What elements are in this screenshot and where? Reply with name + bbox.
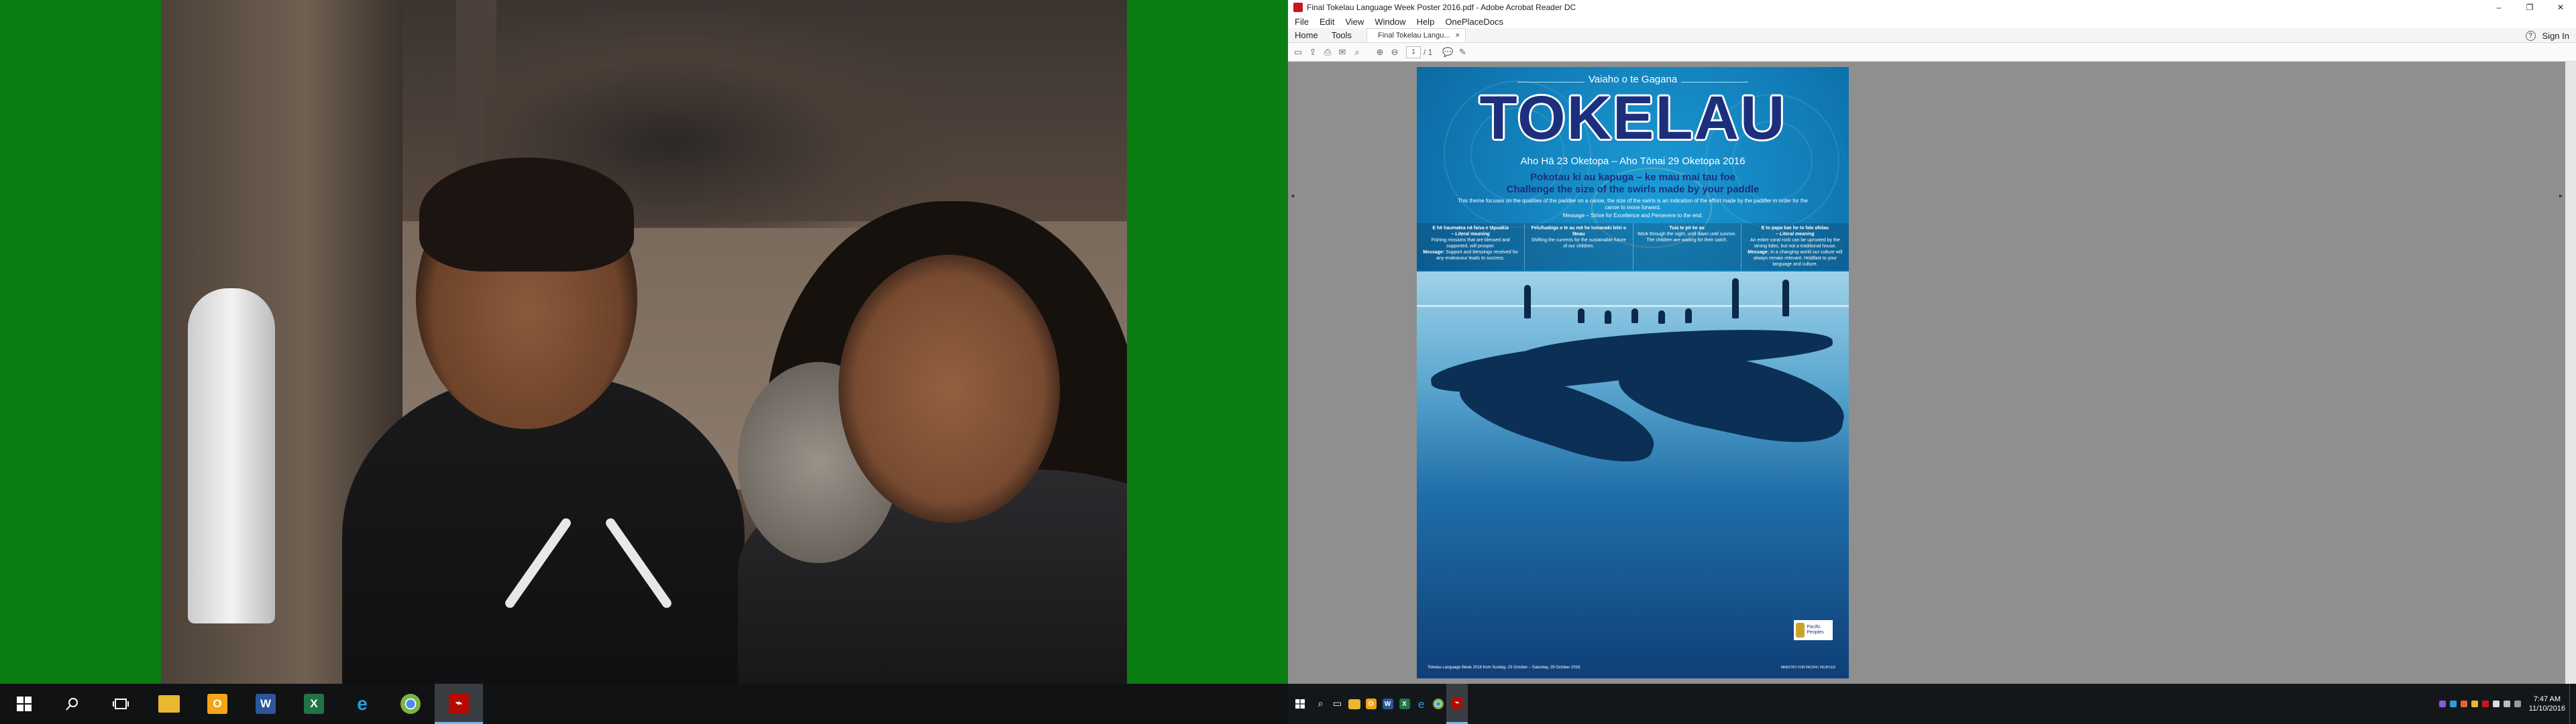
pdf-page-poster: Vaiaho o te Gagana TOKELAU Aho Hā 23 Oke… (1417, 67, 1849, 678)
poster-proverbs: E hē haumatea nā faiva e tāpuakia – Lite… (1417, 223, 1849, 270)
acrobat-icon[interactable]: ⌁ (435, 684, 483, 724)
upload-icon[interactable]: ⇪ (1305, 45, 1320, 60)
page-down-icon[interactable]: ⊖ (1387, 45, 1402, 60)
menu-file[interactable]: File (1288, 17, 1314, 27)
poster-canoe-photo: Pacific Peoples Tokelau Language Week 20… (1417, 272, 1849, 678)
close-button[interactable]: ✕ (2545, 0, 2576, 15)
left-pane-toggle-icon[interactable]: ◂ (1291, 192, 1294, 200)
show-desktop-button[interactable] (2569, 684, 2573, 724)
search-icon[interactable] (48, 684, 97, 724)
print-icon[interactable]: ⎙ (1320, 45, 1335, 60)
excel-icon[interactable]: X (290, 684, 338, 724)
email-icon[interactable]: ✉ (1335, 45, 1350, 60)
page-up-icon[interactable]: ⊕ (1373, 45, 1387, 60)
poster-message: Message – Strive for Excellence and Pers… (1562, 213, 1703, 219)
task-view-icon[interactable]: ▭ (1329, 684, 1346, 724)
proverb-column: Felulluakiga o te au mō he lumanaki lele… (1524, 223, 1632, 270)
battery-icon[interactable] (2514, 701, 2521, 707)
poster-theme-tokelauan: Pokotau ki au kapuga – ke mau mai tau fo… (1530, 172, 1735, 183)
network-icon[interactable] (2492, 701, 2500, 707)
chrome-icon[interactable] (386, 684, 435, 724)
taskbar-right: ⌕ ▭ O W X e ⌁ 7:47 AM 11/10/2016 (1288, 684, 2576, 724)
right-pane-toggle-icon[interactable]: ▸ (2559, 192, 2563, 200)
tab-tools[interactable]: Tools (1325, 28, 1358, 42)
system-tray: 7:47 AM 11/10/2016 (2438, 684, 2573, 724)
excel-icon[interactable]: X (1396, 684, 1413, 724)
menu-bar: File Edit View Window Help OnePlaceDocs (1288, 15, 2576, 28)
tray-app-icon[interactable] (2449, 701, 2457, 707)
tray-app-icon[interactable] (2438, 701, 2446, 707)
sign-in-link[interactable]: Sign In (2542, 31, 2569, 41)
windows-start-icon[interactable] (1288, 684, 1312, 724)
menu-window[interactable]: Window (1369, 17, 1411, 27)
help-icon[interactable]: ? (2525, 30, 2536, 41)
page-total: / 1 (1424, 47, 1433, 57)
zoom-search-icon[interactable]: ⌕ (1350, 45, 1364, 60)
taskbar-clock[interactable]: 7:47 AM 11/10/2016 (2529, 695, 2565, 713)
windows-start-icon[interactable] (0, 684, 48, 724)
word-icon[interactable]: W (1379, 684, 1396, 724)
left-monitor-desktop: O W X e ⌁ (0, 0, 1288, 724)
right-monitor-acrobat: Final Tokelau Language Week Poster 2016.… (1288, 0, 2576, 724)
edge-icon[interactable]: e (1413, 684, 1430, 724)
chrome-icon[interactable] (1430, 684, 1446, 724)
pacific-peoples-logo: Pacific Peoples (1794, 620, 1833, 640)
task-view-icon[interactable] (97, 684, 145, 724)
document-tab-close-icon[interactable]: × (1455, 32, 1459, 40)
minimize-button[interactable]: – (2483, 0, 2514, 15)
tab-bar: Home Tools Final Tokelau Langu... × ? Si… (1288, 28, 2576, 43)
vertical-scrollbar[interactable] (2565, 62, 2576, 684)
tray-app-icon[interactable] (2460, 701, 2467, 707)
poster-theme-english: Challenge the size of the swirls made by… (1506, 184, 1760, 195)
acrobat-app-icon (1293, 3, 1303, 12)
poster-footer-right: MINISTRY FOR PACIFIC PEOPLES (1780, 666, 1835, 670)
menu-help[interactable]: Help (1411, 17, 1440, 27)
volume-icon[interactable] (2503, 701, 2510, 707)
search-icon[interactable]: ⌕ (1312, 684, 1329, 724)
tab-home[interactable]: Home (1288, 28, 1325, 42)
page-number-input[interactable]: 1 (1406, 46, 1421, 58)
wallpaper-photo (161, 0, 1127, 684)
file-explorer-icon[interactable] (145, 684, 193, 724)
taskbar-left: O W X e ⌁ (0, 684, 1288, 724)
poster-footer-left: Tokelau Language Week 2016 from Sunday, … (1428, 666, 1580, 670)
outlook-icon[interactable]: O (193, 684, 241, 724)
tray-app-icon[interactable] (2481, 701, 2489, 707)
word-icon[interactable]: W (241, 684, 290, 724)
proverb-column: Tuia te pō ke ao Work through the night,… (1632, 223, 1741, 270)
menu-view[interactable]: View (1340, 17, 1369, 27)
document-tab-label: Final Tokelau Langu... (1378, 32, 1450, 40)
acrobat-toolbar: ▭ ⇪ ⎙ ✉ ⌕ ⊕ ⊖ 1 / 1 💬 ✎ (1288, 43, 2576, 62)
document-tab[interactable]: Final Tokelau Langu... × (1366, 28, 1466, 42)
document-view[interactable]: ◂ ▸ Vaiaho o te Gagana TOKELAU Aho Hā 23… (1288, 62, 2576, 684)
file-explorer-icon[interactable] (1346, 684, 1362, 724)
window-title: Final Tokelau Language Week Poster 2016.… (1307, 3, 1576, 12)
sign-pen-icon[interactable]: ✎ (1455, 45, 1470, 60)
tray-app-icon[interactable] (2471, 701, 2478, 707)
outlook-icon[interactable]: O (1362, 684, 1379, 724)
maximize-button[interactable]: ❐ (2514, 0, 2545, 15)
menu-edit[interactable]: Edit (1314, 17, 1340, 27)
edge-icon[interactable]: e (338, 684, 386, 724)
window-titlebar: Final Tokelau Language Week Poster 2016.… (1288, 0, 2576, 15)
save-icon[interactable]: ▭ (1291, 45, 1305, 60)
poster-dates: Aho Hā 23 Oketopa – Aho Tōnai 29 Oketopa… (1520, 156, 1746, 167)
menu-oneplacedocs[interactable]: OnePlaceDocs (1440, 17, 1509, 27)
proverb-column: E hē haumatea nā faiva e tāpuakia – Lite… (1423, 226, 1518, 261)
comment-icon[interactable]: 💬 (1440, 45, 1455, 60)
poster-description: This theme focuses on the qualities of t… (1458, 198, 1808, 210)
proverb-column: E to papa kae he to fale afolau – Litera… (1740, 223, 1849, 270)
poster-title: TOKELAU (1479, 84, 1786, 152)
acrobat-icon[interactable]: ⌁ (1446, 684, 1468, 724)
